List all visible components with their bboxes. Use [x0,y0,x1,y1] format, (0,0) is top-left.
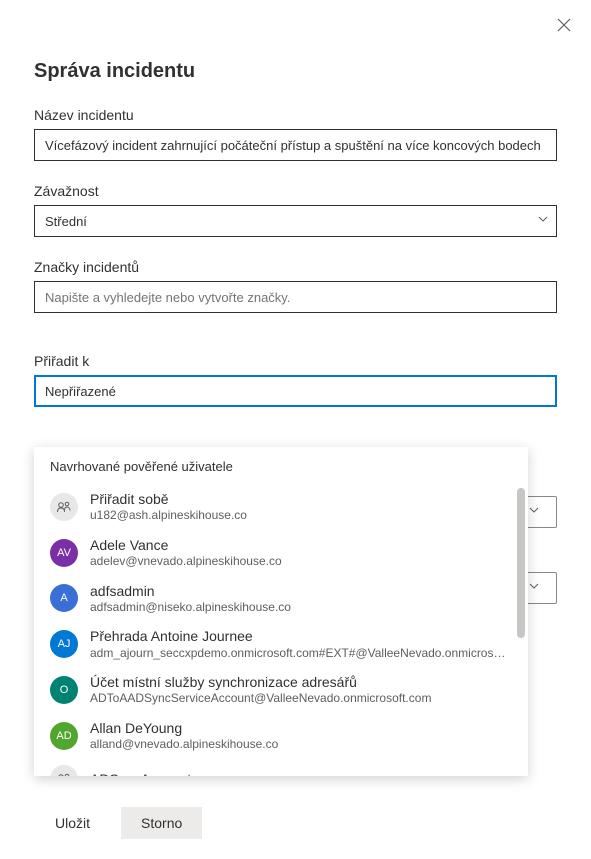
tags-input[interactable] [34,281,557,313]
assign-input[interactable] [34,375,557,407]
cancel-button[interactable]: Storno [121,807,202,839]
dropdown-item[interactable]: Přiřadit soběu182@ash.alpineskihouse.co [34,484,528,530]
user-avatar: O [50,676,78,704]
dropdown-item[interactable]: AD Allan DeYoungalland@vnevado.alpineskih… [34,713,528,759]
save-button[interactable]: Uložit [34,807,111,839]
scrollbar-thumb[interactable] [517,488,525,638]
self-avatar-icon [50,493,78,521]
user-avatar: AD [50,722,78,750]
dropdown-item-name: Allan DeYoung [90,719,512,737]
dropdown-item-name: Adele Vance [90,536,512,554]
severity-select[interactable]: Střední [34,205,557,237]
user-avatar: AV [50,539,78,567]
dropdown-item-name: Přehrada Antoine Journee [90,627,512,645]
assign-dropdown: Navrhované pověřené uživatele Přiřadit s… [34,447,528,776]
dropdown-item-email: u182@ash.alpineskihouse.co [90,508,512,524]
self-avatar-icon [50,765,78,776]
dropdown-item-email: adm_ajourn_seccxpdemo.onmicrosoft.com#EX… [90,646,512,662]
tags-label: Značky incidentů [34,259,557,275]
dropdown-item[interactable]: Aadfsadminadfsadmin@niseko.alpineskihous… [34,576,528,622]
dropdown-item[interactable]: AV Adele Vanceadelev@vnevado.alpineskihou… [34,530,528,576]
close-icon [557,18,571,32]
dropdown-item-name: Přiřadit sobě [90,490,512,508]
incident-name-label: Název incidentu [34,107,557,123]
user-avatar: AJ [50,630,78,658]
incident-name-input[interactable] [34,129,557,161]
chevron-down-icon [528,503,540,521]
assign-label: Přiřadit k [34,353,557,369]
chevron-down-icon [528,579,540,597]
dropdown-item-name: Účet místní služby synchronizace adresář… [90,673,512,691]
dropdown-item-name: adfsadmin [90,582,512,600]
panel-title: Správa incidentu [34,60,557,83]
dropdown-header: Navrhované pověřené uživatele [34,447,528,484]
close-button[interactable] [557,18,573,34]
dropdown-item-email: adfsadmin@niseko.alpineskihouse.co [90,600,512,616]
dropdown-item-email: adelev@vnevado.alpineskihouse.co [90,554,512,570]
user-avatar: A [50,584,78,612]
dropdown-item-name: ADSyncAccounts [90,770,512,776]
severity-label: Závažnost [34,183,557,199]
dropdown-item[interactable]: ADSyncAccounts [34,759,528,776]
scrollbar[interactable] [517,488,525,772]
dropdown-item[interactable]: O Účet místní služby synchronizace adresá… [34,667,528,713]
dropdown-item[interactable]: AJ Přehrada Antoine Journeeadm_ajourn_sec… [34,621,528,667]
scroll-down-arrow[interactable] [516,772,526,776]
dropdown-item-email: alland@vnevado.alpineskihouse.co [90,737,512,753]
dropdown-item-email: ADToAADSyncServiceAccount@ValleeNevado.o… [90,691,512,707]
